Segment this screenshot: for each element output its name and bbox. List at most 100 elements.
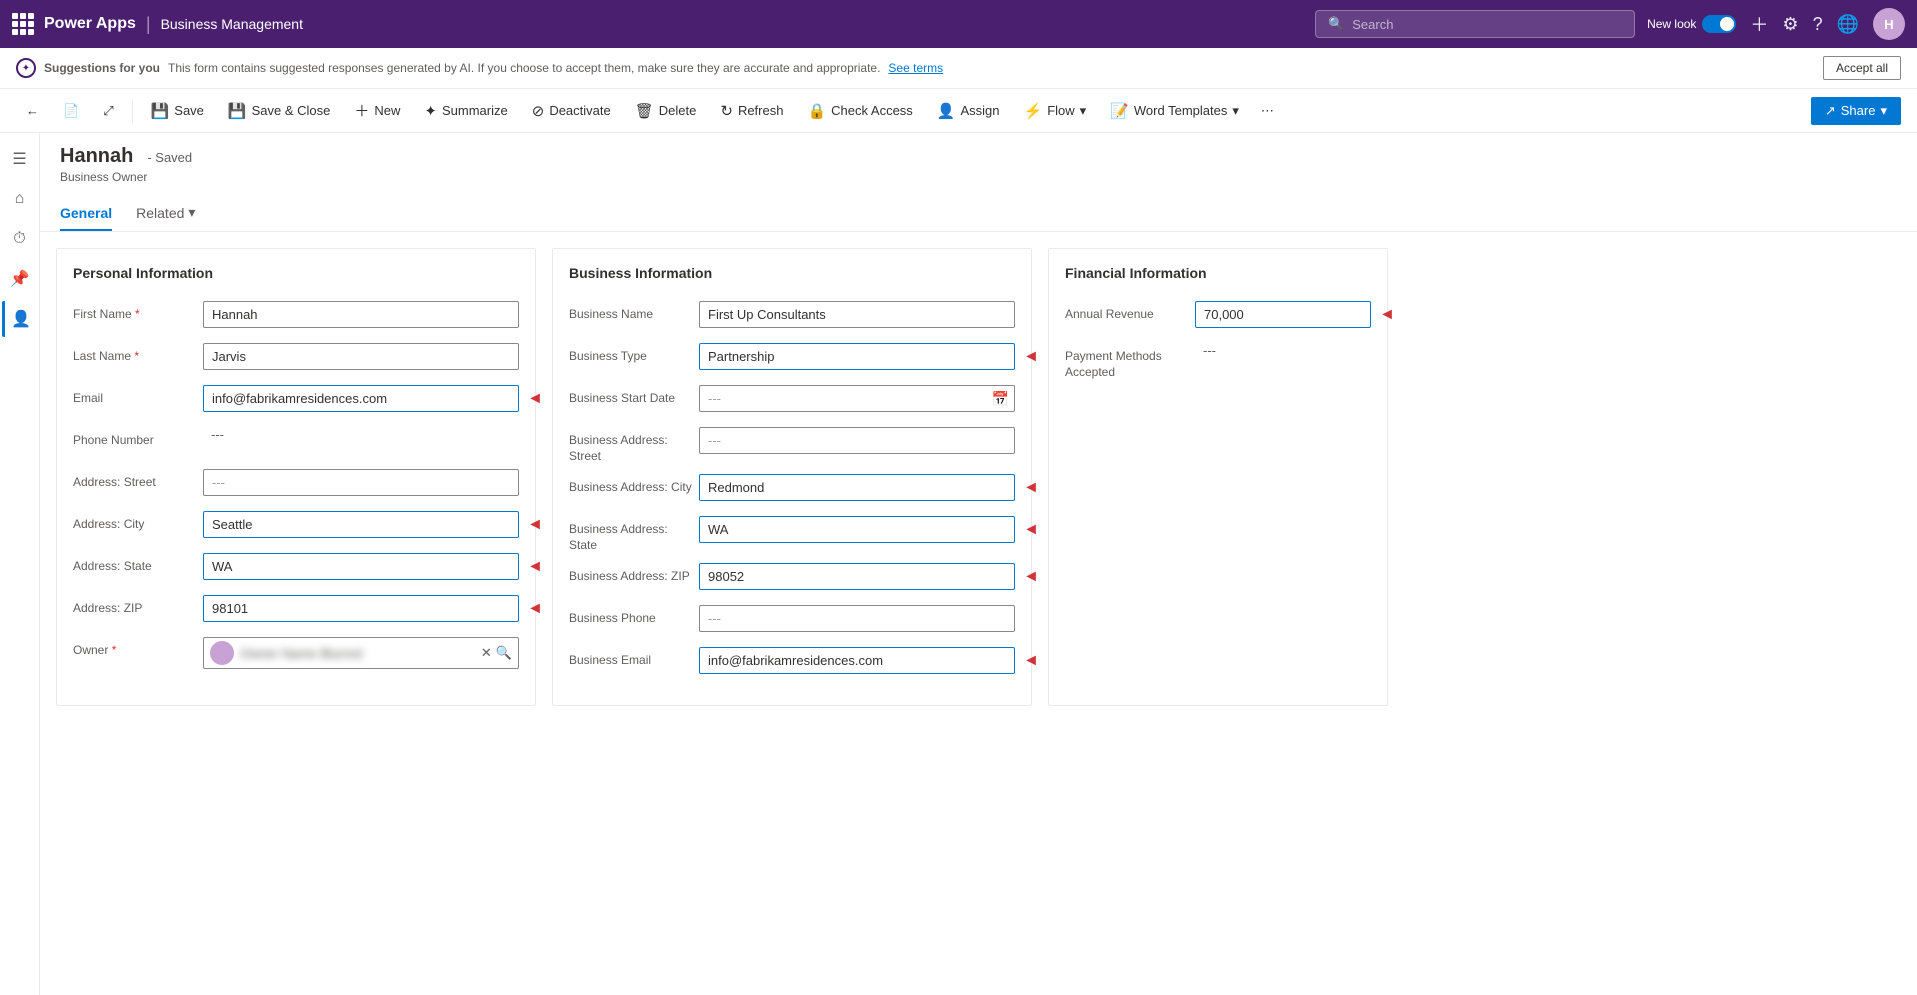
- save-label: Save: [174, 103, 204, 118]
- payment-methods-label: Payment Methods Accepted: [1065, 343, 1195, 380]
- record-role: Business Owner: [60, 170, 1897, 184]
- help-icon[interactable]: ?: [1813, 14, 1823, 35]
- record-saved-status: - Saved: [147, 150, 192, 165]
- sidebar-item-recent[interactable]: ⏱: [2, 221, 38, 257]
- personal-info-panel: Personal Information First Name *: [56, 248, 536, 706]
- ai-suggestion-icon: ✦: [16, 58, 36, 78]
- new-look-switch[interactable]: [1702, 15, 1736, 33]
- new-icon: ＋: [354, 100, 369, 121]
- owner-label: Owner *: [73, 637, 203, 659]
- owner-search-icon[interactable]: 🔍: [496, 645, 512, 661]
- owner-lookup[interactable]: Owner Name Blurred ✕ 🔍: [203, 637, 519, 669]
- business-address-state-input[interactable]: [699, 516, 1015, 543]
- business-name-field: [699, 301, 1015, 328]
- business-name-input[interactable]: [699, 301, 1015, 328]
- page-icon-button[interactable]: 📄: [53, 97, 89, 125]
- payment-methods-value: ---: [1195, 338, 1224, 363]
- back-button[interactable]: ←: [16, 97, 49, 124]
- form-panels: Personal Information First Name *: [40, 232, 1917, 722]
- business-email-field: ◄: [699, 647, 1015, 674]
- last-name-input[interactable]: [203, 343, 519, 370]
- business-start-date-input[interactable]: [699, 385, 1015, 412]
- more-button[interactable]: ⋯: [1253, 97, 1282, 125]
- check-access-label: Check Access: [831, 103, 913, 118]
- email-input[interactable]: [203, 385, 519, 412]
- globe-icon[interactable]: 🌐: [1837, 14, 1859, 35]
- business-address-street-field: [699, 427, 1015, 454]
- toolbar: ← 📄 ⤢ 💾 Save 💾 Save & Close ＋ New ✦ Summ…: [0, 89, 1917, 133]
- summarize-button[interactable]: ✦ Summarize: [414, 96, 517, 126]
- assign-button[interactable]: 👤 Assign: [927, 96, 1010, 126]
- search-bar[interactable]: 🔍: [1315, 10, 1635, 38]
- business-type-input[interactable]: [699, 343, 1015, 370]
- business-email-label: Business Email: [569, 647, 699, 669]
- word-templates-button[interactable]: 📝 Word Templates ▾: [1100, 96, 1249, 126]
- business-type-arrow: ◄: [1023, 348, 1039, 366]
- business-address-zip-input[interactable]: [699, 563, 1015, 590]
- tab-general[interactable]: General: [60, 200, 112, 231]
- page-icon: 📄: [63, 103, 79, 119]
- address-zip-row: Address: ZIP ◄: [73, 595, 519, 627]
- owner-field[interactable]: Owner Name Blurred ✕ 🔍: [203, 637, 519, 669]
- last-name-label: Last Name *: [73, 343, 203, 365]
- sidebar-item-contacts[interactable]: 👤: [2, 301, 38, 337]
- share-icon: ↗: [1825, 103, 1836, 119]
- business-name-row: Business Name: [569, 301, 1015, 333]
- refresh-label: Refresh: [738, 103, 784, 118]
- calendar-icon[interactable]: 📅: [992, 390, 1009, 407]
- save-close-button[interactable]: 💾 Save & Close: [218, 96, 340, 126]
- add-icon[interactable]: ＋: [1750, 11, 1768, 37]
- bus-city-arrow: ◄: [1023, 479, 1039, 497]
- flow-label: Flow: [1047, 103, 1074, 118]
- expand-button[interactable]: ⤢: [93, 97, 123, 125]
- save-button[interactable]: 💾 Save: [141, 96, 214, 126]
- bus-email-arrow: ◄: [1023, 652, 1039, 670]
- address-city-input[interactable]: [203, 511, 519, 538]
- share-label: Share: [1841, 103, 1876, 118]
- share-button[interactable]: ↗ Share ▾: [1811, 97, 1901, 125]
- owner-clear-icon[interactable]: ✕: [481, 645, 492, 661]
- search-input[interactable]: [1352, 17, 1622, 32]
- sidebar-item-menu[interactable]: ☰: [2, 141, 38, 177]
- accept-all-button[interactable]: Accept all: [1823, 56, 1901, 80]
- email-row: Email ◄: [73, 385, 519, 417]
- business-email-input[interactable]: [699, 647, 1015, 674]
- address-street-input[interactable]: [203, 469, 519, 496]
- phone-field: ---: [203, 427, 519, 442]
- address-city-field: ◄: [203, 511, 519, 538]
- phone-value: ---: [203, 422, 232, 447]
- business-info-title: Business Information: [569, 265, 1015, 285]
- tab-related[interactable]: Related ▾: [136, 200, 195, 231]
- business-address-street-input[interactable]: [699, 427, 1015, 454]
- check-access-button[interactable]: 🔒 Check Access: [797, 96, 922, 126]
- app-grid-icon[interactable]: [12, 13, 34, 35]
- address-zip-input[interactable]: [203, 595, 519, 622]
- email-label: Email: [73, 385, 203, 407]
- business-address-city-input[interactable]: [699, 474, 1015, 501]
- business-phone-input[interactable]: [699, 605, 1015, 632]
- city-arrow: ◄: [527, 516, 543, 534]
- deactivate-button[interactable]: ⊘ Deactivate: [522, 96, 621, 126]
- refresh-button[interactable]: ↻ Refresh: [710, 96, 793, 126]
- address-state-row: Address: State ◄: [73, 553, 519, 585]
- sidebar-item-home[interactable]: ⌂: [2, 181, 38, 217]
- new-look-toggle[interactable]: New look: [1647, 15, 1736, 33]
- new-label: New: [374, 103, 400, 118]
- bus-state-arrow: ◄: [1023, 521, 1039, 539]
- delete-button[interactable]: 🗑 Delete: [625, 96, 707, 126]
- avatar[interactable]: H: [1873, 8, 1905, 40]
- first-name-input[interactable]: [203, 301, 519, 328]
- address-state-input[interactable]: [203, 553, 519, 580]
- annual-revenue-label: Annual Revenue: [1065, 301, 1195, 323]
- save-icon: 💾: [151, 102, 170, 120]
- see-terms-link[interactable]: See terms: [888, 61, 943, 75]
- sidebar-item-pinned[interactable]: 📌: [2, 261, 38, 297]
- flow-button[interactable]: ⚡ Flow ▾: [1014, 96, 1097, 126]
- save-close-label: Save & Close: [252, 103, 331, 118]
- settings-icon[interactable]: ⚙: [1782, 14, 1798, 35]
- deactivate-label: Deactivate: [549, 103, 610, 118]
- new-button[interactable]: ＋ New: [344, 94, 410, 127]
- annual-revenue-input[interactable]: [1195, 301, 1371, 328]
- last-name-row: Last Name *: [73, 343, 519, 375]
- business-phone-label: Business Phone: [569, 605, 699, 627]
